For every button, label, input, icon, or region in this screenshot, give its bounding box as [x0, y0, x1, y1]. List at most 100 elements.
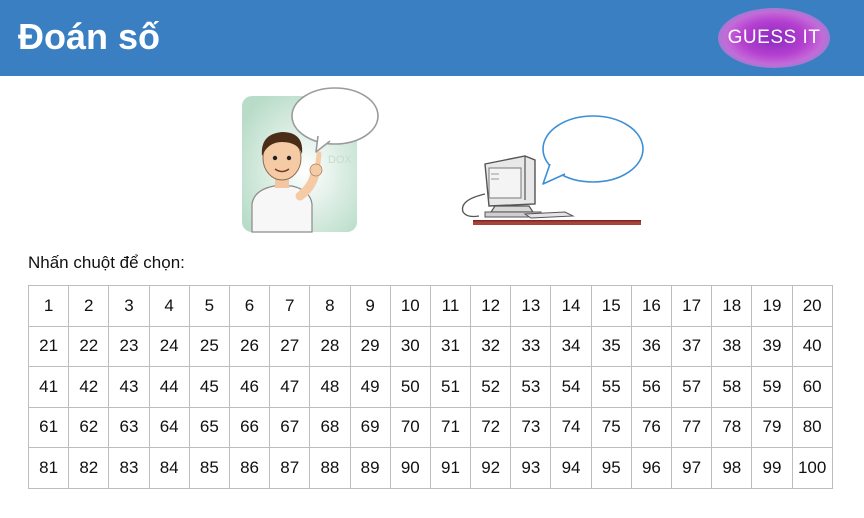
number-cell[interactable]: 60: [791, 366, 833, 408]
number-cell[interactable]: 52: [470, 366, 512, 408]
number-cell[interactable]: 87: [269, 447, 311, 489]
number-cell[interactable]: 88: [309, 447, 351, 489]
number-cell[interactable]: 76: [630, 406, 673, 448]
number-cell[interactable]: 97: [670, 447, 713, 489]
number-cell[interactable]: 11: [429, 285, 472, 327]
number-cell[interactable]: 38: [711, 325, 753, 367]
number-cell[interactable]: 86: [228, 447, 271, 489]
number-cell[interactable]: 45: [188, 366, 230, 408]
number-cell[interactable]: 27: [269, 325, 311, 367]
number-cell[interactable]: 74: [550, 406, 592, 448]
number-cell[interactable]: 10: [389, 285, 431, 327]
number-cell[interactable]: 54: [550, 366, 592, 408]
number-cell[interactable]: 89: [349, 447, 391, 489]
number-cell[interactable]: 56: [630, 366, 673, 408]
number-cell[interactable]: 28: [309, 325, 351, 367]
number-cell[interactable]: 50: [389, 366, 431, 408]
number-cell[interactable]: 41: [27, 366, 70, 408]
number-cell[interactable]: 79: [751, 406, 793, 448]
number-cell[interactable]: 40: [791, 325, 833, 367]
number-cell[interactable]: 25: [188, 325, 230, 367]
number-cell[interactable]: 51: [429, 366, 472, 408]
number-cell[interactable]: 17: [670, 285, 713, 327]
number-cell[interactable]: 81: [27, 447, 70, 489]
number-cell[interactable]: 3: [108, 285, 150, 327]
number-cell[interactable]: 53: [510, 366, 552, 408]
number-cell[interactable]: 5: [188, 285, 230, 327]
number-cell[interactable]: 42: [68, 366, 110, 408]
number-cell[interactable]: 73: [510, 406, 552, 448]
number-cell[interactable]: 49: [349, 366, 391, 408]
number-cell[interactable]: 37: [670, 325, 713, 367]
number-cell[interactable]: 21: [27, 325, 70, 367]
number-cell[interactable]: 43: [108, 366, 150, 408]
number-cell[interactable]: 24: [148, 325, 190, 367]
number-cell[interactable]: 4: [148, 285, 190, 327]
number-cell[interactable]: 65: [188, 406, 230, 448]
number-cell[interactable]: 34: [550, 325, 592, 367]
number-cell[interactable]: 44: [148, 366, 190, 408]
number-cell[interactable]: 80: [791, 406, 833, 448]
number-cell[interactable]: 84: [148, 447, 190, 489]
number-cell[interactable]: 90: [389, 447, 431, 489]
number-cell[interactable]: 19: [751, 285, 793, 327]
number-cell[interactable]: 13: [510, 285, 552, 327]
number-cell[interactable]: 68: [309, 406, 351, 448]
number-cell[interactable]: 92: [470, 447, 512, 489]
number-cell[interactable]: 66: [228, 406, 271, 448]
number-cell[interactable]: 72: [470, 406, 512, 448]
number-cell[interactable]: 46: [228, 366, 271, 408]
number-cell[interactable]: 98: [711, 447, 753, 489]
number-cell[interactable]: 67: [269, 406, 311, 448]
number-cell[interactable]: 15: [590, 285, 632, 327]
number-cell[interactable]: 48: [309, 366, 351, 408]
number-cell[interactable]: 75: [590, 406, 632, 448]
number-cell[interactable]: 23: [108, 325, 150, 367]
number-cell[interactable]: 70: [389, 406, 431, 448]
number-cell[interactable]: 14: [550, 285, 592, 327]
number-cell[interactable]: 82: [68, 447, 110, 489]
number-cell[interactable]: 100: [791, 447, 833, 489]
number-cell[interactable]: 91: [429, 447, 472, 489]
number-cell[interactable]: 31: [429, 325, 472, 367]
number-cell[interactable]: 55: [590, 366, 632, 408]
number-cell[interactable]: 57: [670, 366, 713, 408]
number-cell[interactable]: 71: [429, 406, 472, 448]
number-cell[interactable]: 30: [389, 325, 431, 367]
number-cell[interactable]: 35: [590, 325, 632, 367]
number-cell[interactable]: 22: [68, 325, 110, 367]
number-cell[interactable]: 6: [228, 285, 271, 327]
number-cell[interactable]: 47: [269, 366, 311, 408]
number-cell[interactable]: 83: [108, 447, 150, 489]
number-cell[interactable]: 62: [68, 406, 110, 448]
number-cell[interactable]: 69: [349, 406, 391, 448]
number-cell[interactable]: 99: [751, 447, 793, 489]
number-cell[interactable]: 63: [108, 406, 150, 448]
number-cell[interactable]: 77: [670, 406, 713, 448]
number-cell[interactable]: 58: [711, 366, 753, 408]
number-cell[interactable]: 85: [188, 447, 230, 489]
number-cell[interactable]: 32: [470, 325, 512, 367]
number-cell[interactable]: 64: [148, 406, 190, 448]
number-cell[interactable]: 95: [590, 447, 632, 489]
number-cell[interactable]: 16: [630, 285, 673, 327]
number-cell[interactable]: 61: [27, 406, 70, 448]
number-cell[interactable]: 20: [791, 285, 833, 327]
number-cell[interactable]: 2: [68, 285, 110, 327]
number-cell[interactable]: 39: [751, 325, 793, 367]
number-cell[interactable]: 8: [309, 285, 351, 327]
number-cell[interactable]: 78: [711, 406, 753, 448]
number-cell[interactable]: 18: [711, 285, 753, 327]
number-cell[interactable]: 36: [630, 325, 673, 367]
number-cell[interactable]: 59: [751, 366, 793, 408]
number-cell[interactable]: 1: [27, 285, 70, 327]
number-cell[interactable]: 93: [510, 447, 552, 489]
number-cell[interactable]: 96: [630, 447, 673, 489]
number-cell[interactable]: 33: [510, 325, 552, 367]
number-cell[interactable]: 9: [349, 285, 391, 327]
number-cell[interactable]: 12: [470, 285, 512, 327]
number-cell[interactable]: 7: [269, 285, 311, 327]
number-cell[interactable]: 29: [349, 325, 391, 367]
number-cell[interactable]: 26: [228, 325, 271, 367]
number-cell[interactable]: 94: [550, 447, 592, 489]
